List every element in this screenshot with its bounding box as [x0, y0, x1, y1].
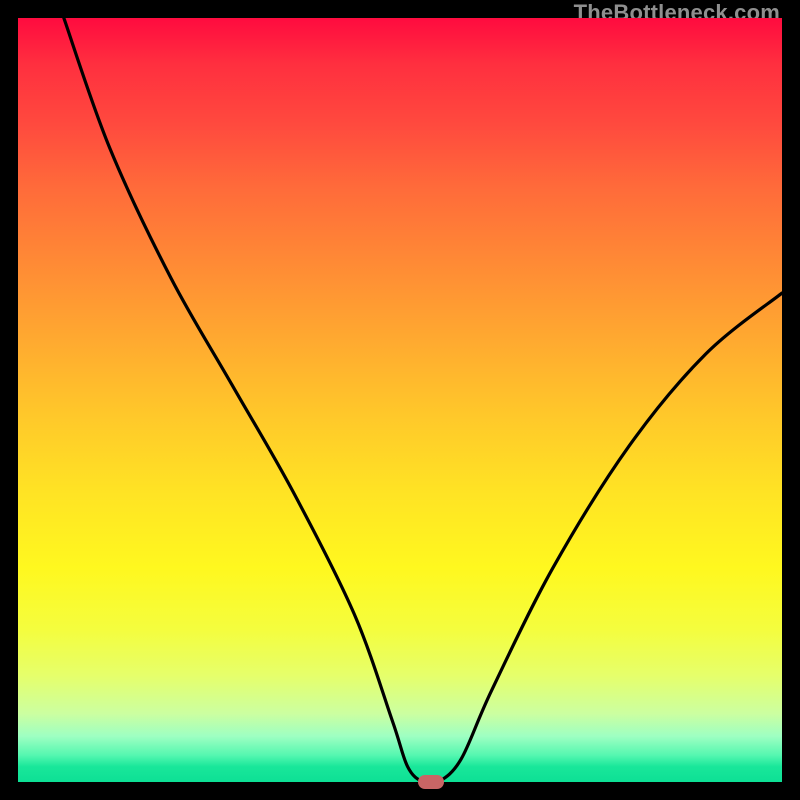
optimal-point-marker [418, 775, 444, 789]
curve-svg [18, 18, 782, 782]
plot-area [18, 18, 782, 782]
chart-frame: TheBottleneck.com [0, 0, 800, 800]
bottleneck-curve [64, 18, 782, 782]
